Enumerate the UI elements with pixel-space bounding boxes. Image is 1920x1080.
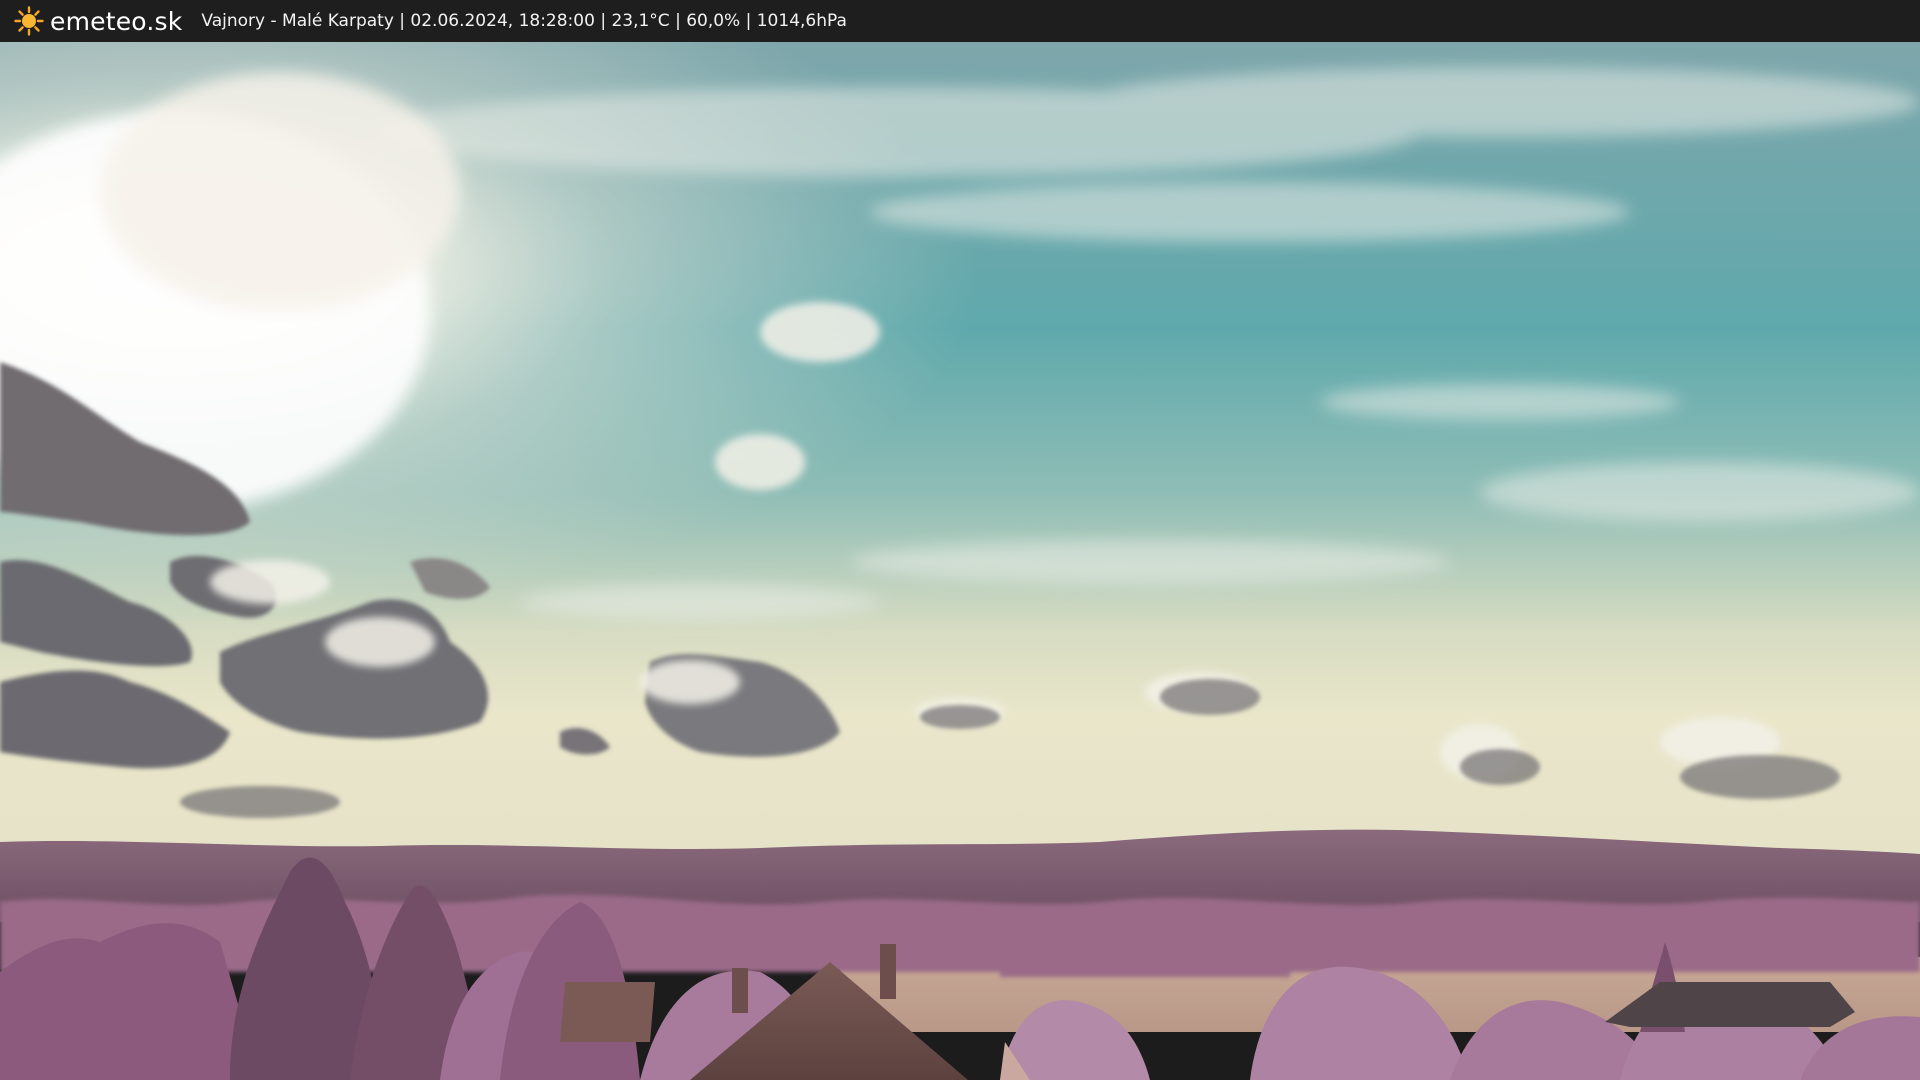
webcam-frame: emeteo.sk Vajnory - Malé Karpaty | 02.06… (0, 0, 1920, 1080)
webcam-image (0, 42, 1920, 1080)
top-bar: emeteo.sk Vajnory - Malé Karpaty | 02.06… (0, 0, 1920, 42)
logo[interactable]: emeteo.sk (14, 0, 182, 42)
logo-text: emeteo.sk (50, 6, 183, 36)
station-caption: Vajnory - Malé Karpaty | 02.06.2024, 18:… (201, 11, 847, 31)
sun-icon (14, 6, 44, 36)
